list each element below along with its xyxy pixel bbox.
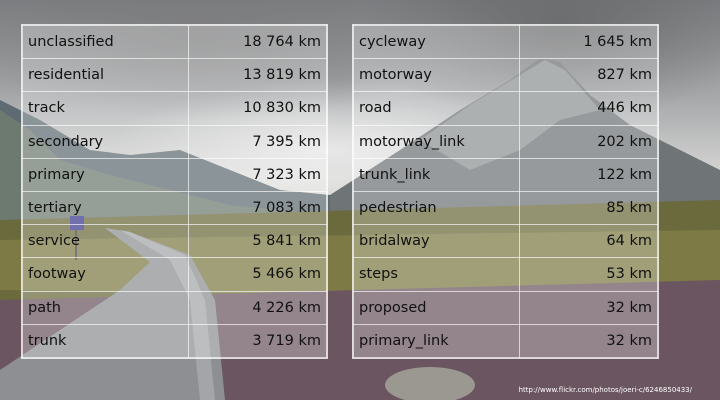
road-length: 4 226 km <box>188 290 327 325</box>
road-type: path <box>22 290 189 325</box>
road-type: steps <box>353 257 520 292</box>
road-type: motorway_link <box>353 124 520 159</box>
road-type: residential <box>22 58 189 93</box>
photo-credit[interactable]: http://www.flickr.com/photos/joeri-c/624… <box>519 386 692 394</box>
road-length: 64 km <box>519 224 658 259</box>
road-length: 13 819 km <box>188 58 327 93</box>
road-length: 85 km <box>519 190 658 226</box>
table-row: steps 53 km <box>353 257 658 292</box>
road-type: trunk_link <box>353 157 520 192</box>
table-row: residential 13 819 km <box>22 58 327 93</box>
road-type: unclassified <box>22 24 189 60</box>
road-length: 7 083 km <box>188 190 327 226</box>
road-length: 32 km <box>519 290 658 325</box>
table-row: secondary 7 395 km <box>22 124 327 159</box>
road-type: secondary <box>22 124 189 159</box>
road-type: primary_link <box>353 323 520 358</box>
table-row: cycleway 1 645 km <box>353 24 658 60</box>
road-type: pedestrian <box>353 190 520 226</box>
table-row: primary_link 32 km <box>353 323 658 358</box>
road-length: 7 323 km <box>188 157 327 192</box>
road-length: 7 395 km <box>188 124 327 159</box>
table-row: unclassified 18 764 km <box>22 24 327 60</box>
road-length: 122 km <box>519 157 658 192</box>
road-length: 18 764 km <box>188 24 327 60</box>
table-row: service 5 841 km <box>22 224 327 259</box>
table-row: track 10 830 km <box>22 91 327 126</box>
table-row: tertiary 7 083 km <box>22 190 327 226</box>
left-road-table: unclassified 18 764 km residential 13 819 … <box>21 24 328 359</box>
road-type: primary <box>22 157 189 192</box>
road-type: cycleway <box>353 24 520 60</box>
road-type: motorway <box>353 58 520 93</box>
road-type: footway <box>22 257 189 292</box>
table-row: trunk_link 122 km <box>353 157 658 192</box>
table-row: pedestrian 85 km <box>353 190 658 226</box>
road-length: 202 km <box>519 124 658 159</box>
road-length: 5 841 km <box>188 224 327 259</box>
table-row: motorway 827 km <box>353 58 658 93</box>
road-length: 1 645 km <box>519 24 658 60</box>
road-length: 3 719 km <box>188 323 327 358</box>
road-type: trunk <box>22 323 189 358</box>
road-type: track <box>22 91 189 126</box>
road-type: tertiary <box>22 190 189 226</box>
table-row: road 446 km <box>353 91 658 126</box>
road-length: 5 466 km <box>188 257 327 292</box>
road-length: 32 km <box>519 323 658 358</box>
table-row: primary 7 323 km <box>22 157 327 192</box>
table-row: proposed 32 km <box>353 290 658 325</box>
road-type: bridalway <box>353 224 520 259</box>
table-row: trunk 3 719 km <box>22 323 327 358</box>
road-length: 10 830 km <box>188 91 327 126</box>
table-row: motorway_link 202 km <box>353 124 658 159</box>
road-length: 827 km <box>519 58 658 93</box>
table-row: path 4 226 km <box>22 290 327 325</box>
right-road-table: cycleway 1 645 km motorway 827 km road 446 … <box>352 24 659 359</box>
road-length: 446 km <box>519 91 658 126</box>
road-type: proposed <box>353 290 520 325</box>
road-type: road <box>353 91 520 126</box>
road-type: service <box>22 224 189 259</box>
road-length: 53 km <box>519 257 658 292</box>
table-row: bridalway 64 km <box>353 224 658 259</box>
table-row: footway 5 466 km <box>22 257 327 292</box>
